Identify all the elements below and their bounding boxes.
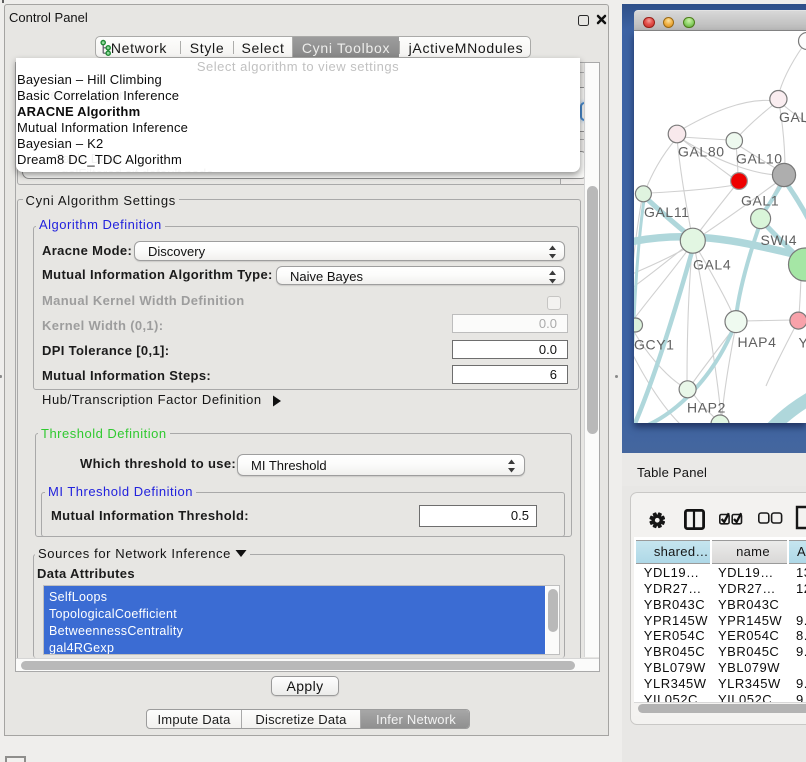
svg-text:GAL7: GAL7 [779,109,806,125]
svg-text:GCY1: GCY1 [634,337,675,353]
svg-text:GAL80: GAL80 [678,144,725,160]
svg-text:GAL4: GAL4 [693,256,731,272]
svg-text:SWI4: SWI4 [761,232,798,248]
svg-text:GAL11: GAL11 [644,204,690,220]
svg-text:GAL1: GAL1 [741,193,779,209]
svg-text:HAP2: HAP2 [687,400,726,416]
svg-text:HAP4: HAP4 [738,334,777,350]
svg-text:YD: YD [799,335,806,351]
svg-text:GAL10: GAL10 [736,150,783,166]
